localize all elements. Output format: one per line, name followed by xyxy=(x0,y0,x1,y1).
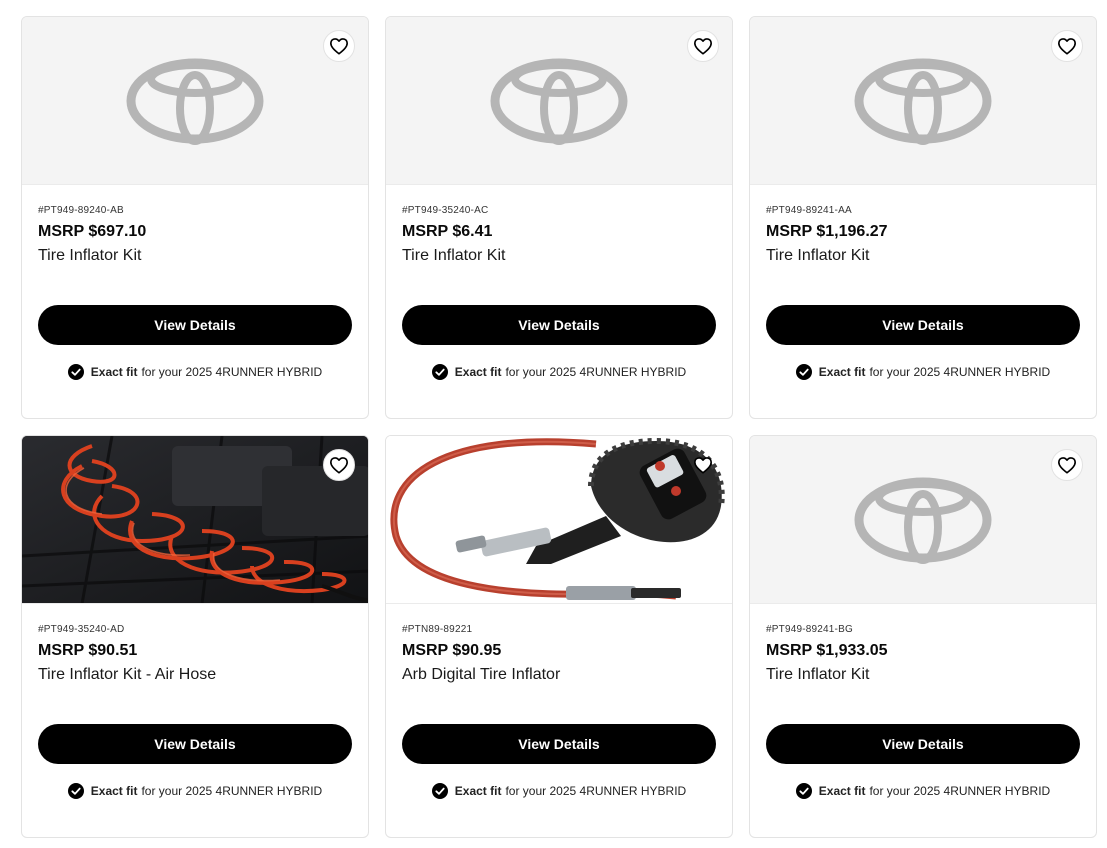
view-details-button[interactable]: View Details xyxy=(38,305,352,345)
part-number: #PTN89-89221 xyxy=(402,624,473,635)
fit-vehicle-text: for your 2025 4RUNNER HYBRID xyxy=(869,365,1051,379)
fit-vehicle-text: for your 2025 4RUNNER HYBRID xyxy=(141,365,323,379)
favorite-button[interactable] xyxy=(323,30,355,62)
favorite-button[interactable] xyxy=(1051,30,1083,62)
exact-fit-label: Exact fit xyxy=(90,365,138,379)
view-details-button[interactable]: View Details xyxy=(766,305,1080,345)
fit-vehicle-text: for your 2025 4RUNNER HYBRID xyxy=(141,784,323,798)
product-price: MSRP $6.41 xyxy=(402,223,493,240)
exact-fit-note: Exact fit for your 2025 4RUNNER HYBRID xyxy=(766,364,1080,380)
product-card: #PT949-89241-BG MSRP $1,933.05 Tire Infl… xyxy=(749,435,1097,838)
exact-fit-note: Exact fit for your 2025 4RUNNER HYBRID xyxy=(402,364,716,380)
product-price: MSRP $1,196.27 xyxy=(766,223,888,240)
check-circle-icon xyxy=(431,364,448,380)
exact-fit-label: Exact fit xyxy=(90,784,138,798)
heart-icon xyxy=(693,38,712,55)
fit-vehicle-text: for your 2025 4RUNNER HYBRID xyxy=(505,365,687,379)
product-price: MSRP $90.95 xyxy=(402,642,502,659)
product-image[interactable] xyxy=(22,17,368,185)
product-image[interactable] xyxy=(750,17,1096,185)
heart-icon xyxy=(330,457,348,474)
exact-fit-note: Exact fit for your 2025 4RUNNER HYBRID xyxy=(766,783,1080,799)
heart-icon xyxy=(1058,38,1076,55)
view-details-button[interactable]: View Details xyxy=(402,724,716,764)
heart-icon xyxy=(1058,457,1076,474)
product-name[interactable]: Tire Inflator Kit xyxy=(766,666,1080,684)
digital-tire-inflator-photo xyxy=(386,436,732,603)
product-image[interactable] xyxy=(386,17,732,185)
exact-fit-label: Exact fit xyxy=(454,365,502,379)
product-image[interactable] xyxy=(22,436,368,604)
fit-vehicle-text: for your 2025 4RUNNER HYBRID xyxy=(869,784,1051,798)
part-number: #PT949-89240-AB xyxy=(38,205,124,216)
product-name[interactable]: Arb Digital Tire Inflator xyxy=(402,666,716,684)
view-details-button[interactable]: View Details xyxy=(402,305,716,345)
part-number: #PT949-89241-AA xyxy=(766,205,852,216)
toyota-logo-icon xyxy=(490,58,628,145)
exact-fit-note: Exact fit for your 2025 4RUNNER HYBRID xyxy=(38,783,352,799)
exact-fit-note: Exact fit for your 2025 4RUNNER HYBRID xyxy=(402,783,716,799)
favorite-button[interactable] xyxy=(687,449,719,481)
coiled-air-hose-photo xyxy=(22,436,368,603)
product-price: MSRP $1,933.05 xyxy=(766,642,888,659)
product-card: #PT949-35240-AD MSRP $90.51 Tire Inflato… xyxy=(21,435,369,838)
product-card: #PTN89-89221 MSRP $90.95 Arb Digital Tir… xyxy=(385,435,733,838)
check-circle-icon xyxy=(431,783,448,799)
favorite-button[interactable] xyxy=(323,449,355,481)
check-circle-icon xyxy=(795,783,812,799)
view-details-button[interactable]: View Details xyxy=(38,724,352,764)
check-circle-icon xyxy=(67,364,84,380)
toyota-logo-icon xyxy=(854,58,992,145)
product-image[interactable] xyxy=(750,436,1096,604)
exact-fit-label: Exact fit xyxy=(818,784,866,798)
product-card: #PT949-89240-AB MSRP $697.10 Tire Inflat… xyxy=(21,16,369,419)
favorite-button[interactable] xyxy=(687,30,719,62)
part-number: #PT949-89241-BG xyxy=(766,624,853,635)
heart-icon xyxy=(330,38,348,55)
product-name[interactable]: Tire Inflator Kit - Air Hose xyxy=(38,666,352,684)
toyota-logo-icon xyxy=(126,58,264,145)
view-details-button[interactable]: View Details xyxy=(766,724,1080,764)
product-image[interactable] xyxy=(386,436,732,604)
product-card: #PT949-89241-AA MSRP $1,196.27 Tire Infl… xyxy=(749,16,1097,419)
part-number: #PT949-35240-AC xyxy=(402,205,489,216)
exact-fit-label: Exact fit xyxy=(454,784,502,798)
product-name[interactable]: Tire Inflator Kit xyxy=(402,247,716,265)
product-price: MSRP $697.10 xyxy=(38,223,147,240)
product-card: #PT949-35240-AC MSRP $6.41 Tire Inflator… xyxy=(385,16,733,419)
heart-icon xyxy=(693,457,712,474)
product-name[interactable]: Tire Inflator Kit xyxy=(766,247,1080,265)
exact-fit-note: Exact fit for your 2025 4RUNNER HYBRID xyxy=(38,364,352,380)
check-circle-icon xyxy=(795,364,812,380)
fit-vehicle-text: for your 2025 4RUNNER HYBRID xyxy=(505,784,687,798)
favorite-button[interactable] xyxy=(1051,449,1083,481)
toyota-logo-icon xyxy=(854,477,992,564)
exact-fit-label: Exact fit xyxy=(818,365,866,379)
check-circle-icon xyxy=(67,783,84,799)
product-name[interactable]: Tire Inflator Kit xyxy=(38,247,352,265)
product-price: MSRP $90.51 xyxy=(38,642,138,659)
part-number: #PT949-35240-AD xyxy=(38,624,125,635)
